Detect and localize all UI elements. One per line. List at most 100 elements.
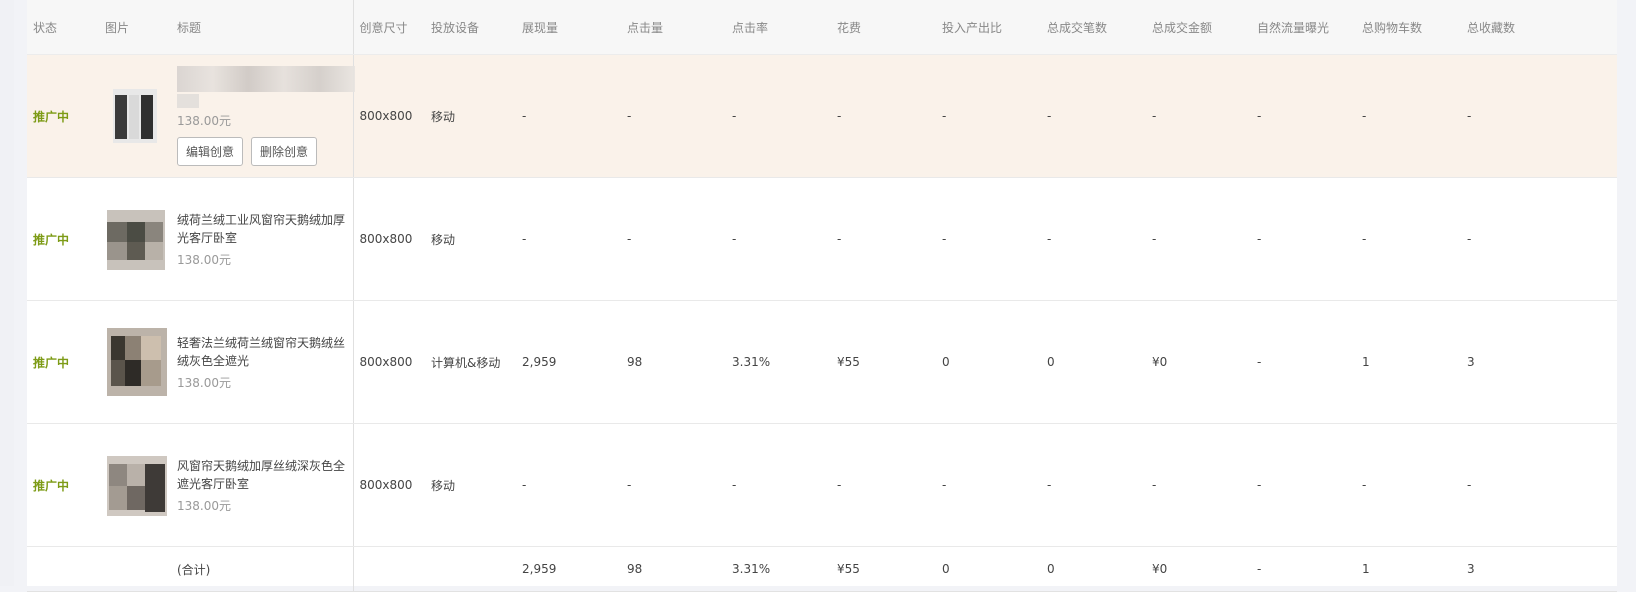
status-badge: 推广中 xyxy=(27,177,99,301)
size-cell: 800x800 xyxy=(353,177,425,301)
natural-cell: - xyxy=(1251,423,1356,547)
cost-cell: - xyxy=(831,423,936,547)
impressions-cell: 2,959 xyxy=(516,300,621,424)
total-empty-image xyxy=(99,546,171,592)
clicks-cell: - xyxy=(621,54,726,178)
total-impressions: 2,959 xyxy=(516,546,621,592)
total-empty-status xyxy=(27,546,99,592)
total-roi: 0 xyxy=(936,546,1041,592)
edit-creative-button[interactable]: 编辑创意 xyxy=(177,137,244,166)
gmv-cell: - xyxy=(1146,177,1251,301)
clicks-cell: - xyxy=(621,423,726,547)
product-title-blurred-tail xyxy=(177,94,199,108)
ctr-cell: - xyxy=(726,177,831,301)
device-cell: 移动 xyxy=(425,423,516,547)
impressions-cell: - xyxy=(516,423,621,547)
cart-cell: - xyxy=(1356,177,1461,301)
header-fav[interactable]: 总收藏数 xyxy=(1461,0,1617,55)
total-label: (合计) xyxy=(171,546,354,592)
natural-cell: - xyxy=(1251,54,1356,178)
image-cell xyxy=(99,177,171,301)
total-empty-device xyxy=(425,546,516,592)
header-gmv[interactable]: 总成交金额 xyxy=(1146,0,1251,55)
device-cell: 移动 xyxy=(425,177,516,301)
fav-cell: - xyxy=(1461,423,1617,547)
image-cell xyxy=(99,423,171,547)
total-cart: 1 xyxy=(1356,546,1461,592)
status-badge: 推广中 xyxy=(27,300,99,424)
cost-cell: ¥55 xyxy=(831,300,936,424)
product-thumbnail[interactable] xyxy=(105,208,167,270)
left-strip xyxy=(0,0,14,586)
device-cell: 计算机&移动 xyxy=(425,300,516,424)
product-price: 138.00元 xyxy=(177,375,231,390)
roi-cell: - xyxy=(936,54,1041,178)
size-cell: 800x800 xyxy=(353,54,425,178)
ctr-cell: 3.31% xyxy=(726,300,831,424)
header-size[interactable]: 创意尺寸 xyxy=(353,0,425,55)
gmv-cell: - xyxy=(1146,423,1251,547)
header-title[interactable]: 标题 xyxy=(171,0,354,55)
total-gmv: ¥0 xyxy=(1146,546,1251,592)
header-device[interactable]: 投放设备 xyxy=(425,0,516,55)
impressions-cell: - xyxy=(516,177,621,301)
title-cell: 风窗帘天鹅绒加厚丝绒深灰色全遮光客厅卧室 138.00元 xyxy=(171,423,355,547)
table-row[interactable]: 推广中 138.00元 编辑创意 删除创意 800x800 移动 - - - -… xyxy=(27,54,1617,178)
gmv-cell: ¥0 xyxy=(1146,300,1251,424)
header-natural[interactable]: 自然流量曝光 xyxy=(1251,0,1356,55)
orders-cell: - xyxy=(1041,423,1146,547)
status-badge: 推广中 xyxy=(27,54,99,178)
image-cell xyxy=(99,300,171,424)
size-cell: 800x800 xyxy=(353,423,425,547)
orders-cell: - xyxy=(1041,54,1146,178)
product-price: 138.00元 xyxy=(177,498,231,513)
total-fav: 3 xyxy=(1461,546,1617,592)
device-cell: 移动 xyxy=(425,54,516,178)
product-title[interactable]: 轻奢法兰绒荷兰绒窗帘天鹅绒丝绒灰色全遮光 xyxy=(177,334,355,370)
table-row[interactable]: 推广中 风窗帘天鹅绒加厚丝绒深灰色全遮光客厅卧室 138.00元 800x800… xyxy=(27,423,1617,547)
product-thumbnail[interactable] xyxy=(105,326,167,398)
fav-cell: 3 xyxy=(1461,300,1617,424)
header-roi[interactable]: 投入产出比 xyxy=(936,0,1041,55)
total-cost: ¥55 xyxy=(831,546,936,592)
ctr-cell: - xyxy=(726,54,831,178)
cost-cell: - xyxy=(831,177,936,301)
total-ctr: 3.31% xyxy=(726,546,831,592)
clicks-cell: 98 xyxy=(621,300,726,424)
table-row[interactable]: 推广中 绒荷兰绒工业风窗帘天鹅绒加厚光客厅卧室 138.00元 800x800 … xyxy=(27,177,1617,301)
table-header-row: 状态 图片 标题 创意尺寸 投放设备 展现量 点击量 点击率 花费 投入产出比 … xyxy=(27,0,1617,55)
cost-cell: - xyxy=(831,54,936,178)
header-cost[interactable]: 花费 xyxy=(831,0,936,55)
size-cell: 800x800 xyxy=(353,300,425,424)
table-row[interactable]: 推广中 轻奢法兰绒荷兰绒窗帘天鹅绒丝绒灰色全遮光 138.00元 800x800… xyxy=(27,300,1617,424)
header-cart[interactable]: 总购物车数 xyxy=(1356,0,1461,55)
header-status[interactable]: 状态 xyxy=(27,0,99,55)
header-ctr[interactable]: 点击率 xyxy=(726,0,831,55)
clicks-cell: - xyxy=(621,177,726,301)
creative-table: 状态 图片 标题 创意尺寸 投放设备 展现量 点击量 点击率 花费 投入产出比 … xyxy=(27,0,1617,592)
title-cell: 138.00元 编辑创意 删除创意 xyxy=(171,54,355,178)
product-thumbnail[interactable] xyxy=(105,454,167,516)
natural-cell: - xyxy=(1251,177,1356,301)
product-thumbnail[interactable] xyxy=(105,85,167,147)
roi-cell: - xyxy=(936,177,1041,301)
cart-cell: - xyxy=(1356,54,1461,178)
status-badge: 推广中 xyxy=(27,423,99,547)
product-title[interactable]: 风窗帘天鹅绒加厚丝绒深灰色全遮光客厅卧室 xyxy=(177,457,355,493)
total-clicks: 98 xyxy=(621,546,726,592)
total-empty-size xyxy=(353,546,425,592)
title-cell: 轻奢法兰绒荷兰绒窗帘天鹅绒丝绒灰色全遮光 138.00元 xyxy=(171,300,355,424)
header-clicks[interactable]: 点击量 xyxy=(621,0,726,55)
product-title-blurred xyxy=(177,66,355,92)
fav-cell: - xyxy=(1461,54,1617,178)
header-orders[interactable]: 总成交笔数 xyxy=(1041,0,1146,55)
delete-creative-button[interactable]: 删除创意 xyxy=(251,137,318,166)
natural-cell: - xyxy=(1251,300,1356,424)
product-price: 138.00元 xyxy=(177,114,231,128)
orders-cell: 0 xyxy=(1041,300,1146,424)
header-impressions[interactable]: 展现量 xyxy=(516,0,621,55)
header-image[interactable]: 图片 xyxy=(99,0,171,55)
cart-cell: 1 xyxy=(1356,300,1461,424)
orders-cell: - xyxy=(1041,177,1146,301)
product-title[interactable]: 绒荷兰绒工业风窗帘天鹅绒加厚光客厅卧室 xyxy=(177,211,355,247)
